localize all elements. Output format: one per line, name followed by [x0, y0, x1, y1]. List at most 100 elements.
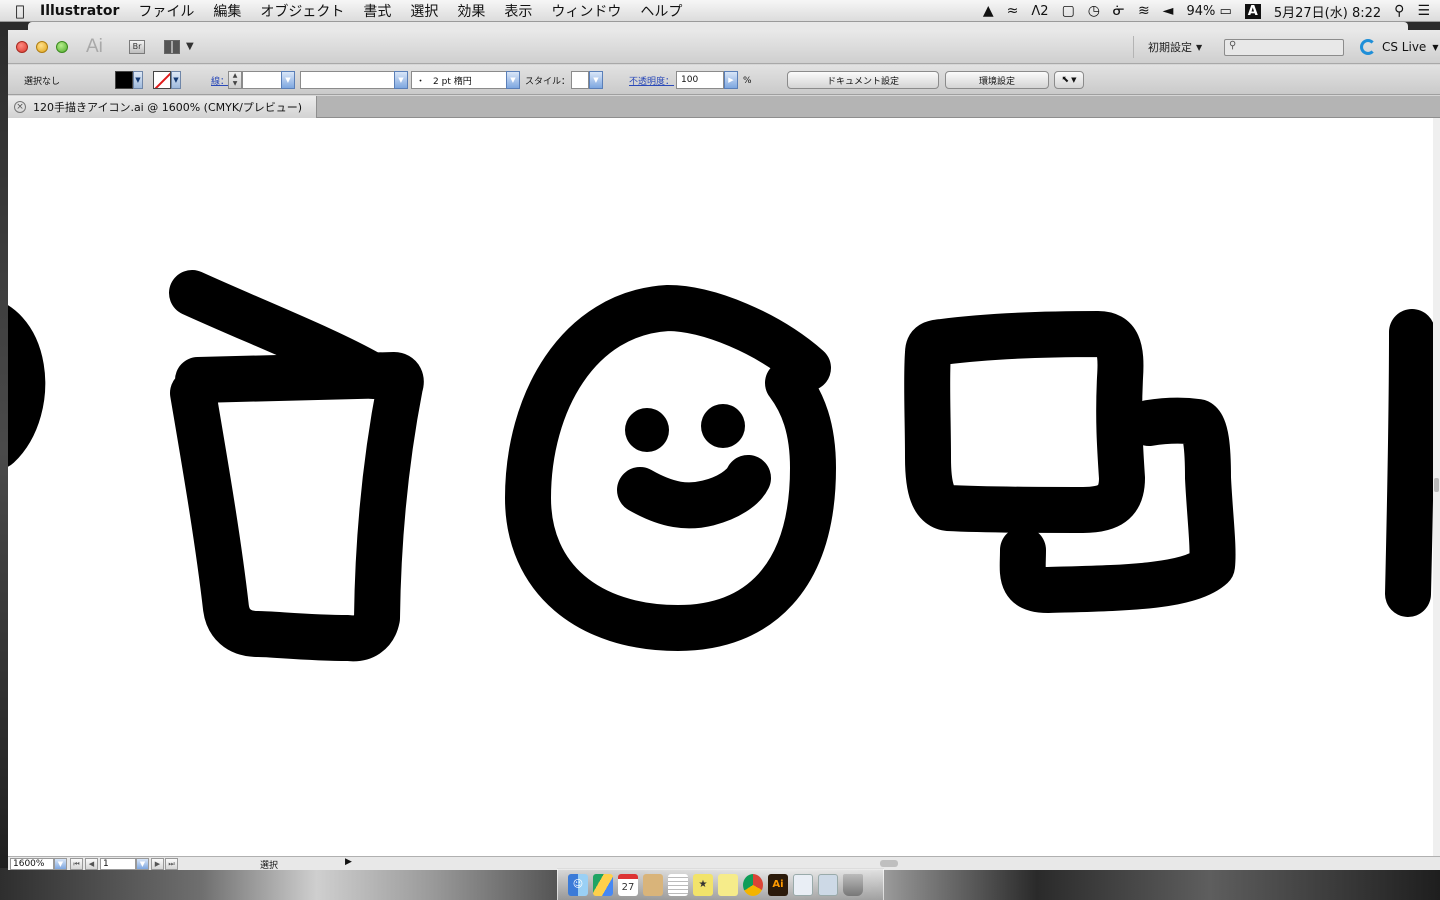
- selection-tool-options-button[interactable]: ⬉ ▼: [1054, 71, 1084, 89]
- variable-width-profile-select[interactable]: [300, 71, 395, 89]
- menubar-clock[interactable]: 5月27日(水) 8:22: [1274, 2, 1381, 21]
- bridge-button[interactable]: Br: [129, 40, 145, 54]
- window-zoom-button[interactable]: [56, 41, 68, 53]
- window-minimize-button[interactable]: [36, 41, 48, 53]
- brush-dropdown-icon[interactable]: ▼: [506, 71, 520, 89]
- graphic-style-dropdown-icon[interactable]: ▼: [589, 71, 603, 89]
- notebook-icon[interactable]: [643, 873, 663, 896]
- document-setup-button[interactable]: ドキュメント設定: [787, 71, 939, 89]
- menu-edit[interactable]: 編集: [213, 1, 241, 21]
- search-input[interactable]: ⚲: [1224, 39, 1344, 56]
- window-close-button[interactable]: [16, 41, 28, 53]
- fill-dropdown-icon[interactable]: ▼: [133, 71, 143, 89]
- drive-sync-icon[interactable]: ▲: [983, 3, 994, 19]
- illustrator-logo: Ai: [86, 36, 103, 57]
- time-machine-icon[interactable]: ◷: [1088, 3, 1100, 19]
- vertical-scrollbar[interactable]: [1433, 118, 1440, 856]
- stroke-weight-dropdown-icon[interactable]: ▼: [281, 71, 295, 89]
- chrome-icon[interactable]: [743, 873, 763, 896]
- window-backdrop-edge: [28, 22, 1408, 30]
- menu-view[interactable]: 表示: [504, 1, 532, 21]
- adobe-icon: Λ: [1031, 3, 1041, 19]
- wifi-icon[interactable]: ≋: [1138, 3, 1150, 19]
- control-panel: 選択なし ▼ ▼ 線： ▲ ▼ ▼ ▼ ・ 2 pt 楕円 ▼ スタイル： ▼ 不…: [8, 65, 1440, 95]
- artwork: [8, 270, 1433, 662]
- adobe-count: 2: [1040, 3, 1049, 19]
- opacity-slider-icon[interactable]: ▶: [724, 71, 738, 89]
- bluetooth-icon[interactable]: ᓃ: [1113, 3, 1125, 19]
- battery-percent: 94%: [1186, 3, 1216, 19]
- google-drive-icon[interactable]: [593, 873, 613, 896]
- document-tab-title: 120手描きアイコン.ai @ 1600% (CMYK/プレビュー): [33, 101, 303, 114]
- previous-artboard-icon[interactable]: ◀: [85, 858, 98, 870]
- spreadsheet-icon[interactable]: [668, 873, 688, 896]
- trash-icon[interactable]: [843, 873, 863, 896]
- opacity-label-link[interactable]: 不透明度：: [629, 72, 674, 89]
- apple-menu-icon[interactable]: : [0, 2, 40, 20]
- menu-window[interactable]: ウィンドウ: [551, 1, 621, 21]
- window-icon[interactable]: ▢: [1062, 3, 1075, 19]
- smiley-face-icon: [505, 285, 836, 651]
- airdrop-icon[interactable]: ≈: [1007, 3, 1019, 19]
- opacity-input[interactable]: 100: [676, 71, 724, 89]
- spotlight-search-icon[interactable]: ⚲: [1394, 3, 1404, 19]
- menu-object[interactable]: オブジェクト: [260, 1, 344, 21]
- volume-icon[interactable]: ◄: [1163, 3, 1174, 19]
- chevron-down-icon: ▼: [1071, 76, 1077, 84]
- graphic-style-swatch[interactable]: [571, 71, 589, 89]
- stroke-label-link[interactable]: 線：: [211, 72, 229, 89]
- finder-icon[interactable]: ☺: [568, 873, 588, 896]
- stroke-dropdown-icon[interactable]: ▼: [171, 71, 181, 89]
- stroke-weight-input[interactable]: [242, 71, 282, 89]
- workspace-switcher[interactable]: 初期設定 ▼: [1133, 36, 1202, 58]
- menu-select[interactable]: 選択: [410, 1, 438, 21]
- artboard-number-input[interactable]: 1: [100, 858, 136, 870]
- preview-icon[interactable]: [818, 873, 838, 896]
- horizontal-scroll-thumb[interactable]: [880, 860, 898, 867]
- input-source[interactable]: A: [1244, 3, 1261, 19]
- brush-definition-select[interactable]: ・ 2 pt 楕円: [411, 71, 507, 89]
- status-text: 選択: [260, 861, 279, 871]
- menu-type[interactable]: 書式: [363, 1, 391, 21]
- partial-vertical-bar-icon: [1385, 309, 1433, 617]
- graphic-style-label: スタイル：: [525, 77, 571, 87]
- illustrator-dock-icon[interactable]: Ai: [768, 873, 788, 896]
- zoom-dropdown-icon[interactable]: ▼: [54, 858, 67, 870]
- stickies-icon[interactable]: ★: [693, 873, 713, 896]
- profile-dropdown-icon[interactable]: ▼: [394, 71, 408, 89]
- battery-icon: ▭: [1219, 3, 1232, 19]
- first-artboard-icon[interactable]: ⏮: [70, 858, 83, 870]
- calendar-icon[interactable]: 27: [618, 873, 638, 896]
- artboard-dropdown-icon[interactable]: ▼: [136, 858, 149, 870]
- menu-file[interactable]: ファイル: [138, 1, 194, 21]
- next-artboard-icon[interactable]: ▶: [151, 858, 164, 870]
- cup-with-straw-icon: [169, 270, 424, 662]
- document-tab[interactable]: × 120手描きアイコン.ai @ 1600% (CMYK/プレビュー): [8, 96, 317, 118]
- battery-status[interactable]: 94% ▭: [1186, 4, 1231, 19]
- brush-dot-icon: ・: [416, 76, 426, 87]
- chevron-down-icon[interactable]: ▼: [186, 41, 194, 52]
- status-menu-arrow-icon[interactable]: ▶: [345, 857, 352, 867]
- vertical-scroll-thumb[interactable]: [1434, 478, 1439, 492]
- smiley-left-eye: [625, 408, 669, 452]
- fill-color-swatch[interactable]: [115, 71, 133, 89]
- notes-icon[interactable]: [718, 873, 738, 896]
- smiley-right-eye: [701, 404, 745, 448]
- stroke-color-swatch[interactable]: [153, 71, 171, 89]
- stroke-weight-stepper[interactable]: ▲ ▼: [228, 71, 242, 89]
- artboard-canvas[interactable]: [8, 118, 1433, 856]
- opacity-label-text: 不透明度: [629, 77, 666, 87]
- notification-center-icon[interactable]: ☰: [1417, 3, 1430, 19]
- workspace-label: 初期設定: [1148, 41, 1192, 54]
- menu-app-name[interactable]: Illustrator: [40, 3, 119, 19]
- arrange-documents-icon[interactable]: [164, 40, 180, 54]
- preferences-button[interactable]: 環境設定: [945, 71, 1049, 89]
- last-artboard-icon[interactable]: ⏭: [165, 858, 178, 870]
- menu-effect[interactable]: 効果: [457, 1, 485, 21]
- adobe-status[interactable]: Λ2: [1031, 4, 1048, 19]
- documents-folder-icon[interactable]: [793, 873, 813, 896]
- zoom-level-input[interactable]: 1600%: [10, 858, 54, 870]
- close-icon[interactable]: ×: [14, 101, 26, 113]
- menu-help[interactable]: ヘルプ: [640, 1, 682, 21]
- cs-live-button[interactable]: CS Live ▼: [1360, 36, 1438, 58]
